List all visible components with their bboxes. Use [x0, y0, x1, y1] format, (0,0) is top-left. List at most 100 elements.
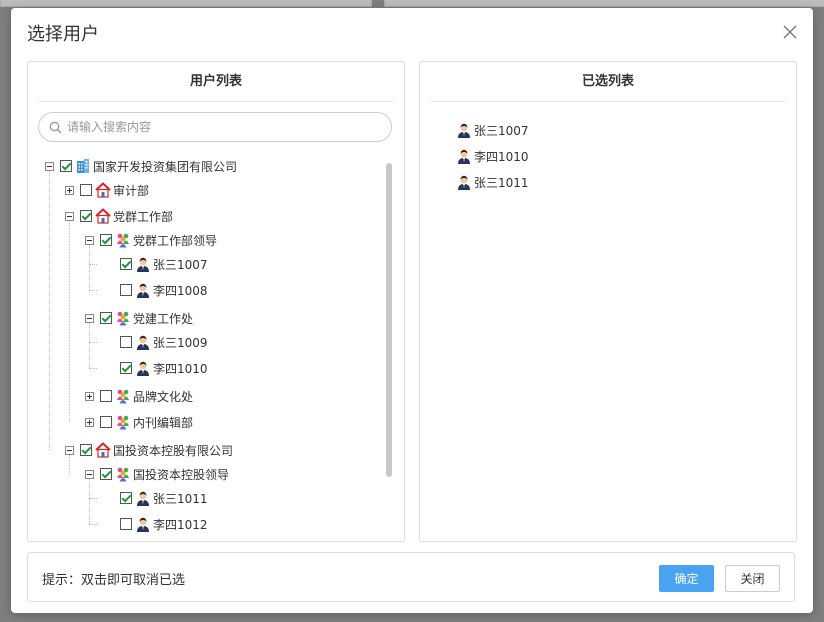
node-checkbox[interactable] [60, 160, 72, 172]
selected-list-panel: 已选列表 张三1007 李四1010 张三1011 [419, 61, 797, 542]
tree-user-node[interactable]: 张三1007 [105, 255, 208, 273]
user-list-header: 用户列表 [38, 62, 394, 102]
tree-connector [49, 171, 50, 450]
dialog-footer: 提示：双击即可取消已选 确定 关闭 [27, 552, 795, 602]
tree-user-node[interactable]: 张三1009 [105, 333, 208, 351]
tree-connector [89, 368, 97, 369]
building-icon [77, 159, 89, 173]
background-panel-left [0, 0, 372, 7]
node-checkbox[interactable] [120, 284, 132, 296]
user-icon [137, 335, 149, 350]
group-icon [117, 415, 129, 430]
node-checkbox[interactable] [100, 390, 112, 402]
node-checkbox[interactable] [100, 468, 112, 480]
tree-connector [89, 479, 90, 524]
node-label[interactable]: 李四1010 [153, 360, 208, 377]
house-icon [95, 208, 111, 224]
selected-user-label: 张三1007 [474, 123, 529, 138]
tree-dept-node[interactable]: 国家开发投资集团有限公司 [45, 157, 237, 175]
node-label[interactable]: 张三1011 [153, 490, 208, 507]
selected-user-item[interactable]: 张三1011 [456, 169, 529, 195]
tree-dept-node[interactable]: 国投资本控股有限公司 [65, 441, 233, 459]
scrollbar-thumb[interactable] [386, 163, 392, 477]
select-user-dialog: 选择用户 用户列表 国家开发投资集团有限公司审计部党群工作部党群工作部领导张三1… [11, 8, 813, 613]
node-checkbox[interactable] [100, 312, 112, 324]
tree-scrollbar[interactable] [386, 157, 394, 541]
user-list-panel: 用户列表 国家开发投资集团有限公司审计部党群工作部党群工作部领导张三1007 李四… [27, 61, 405, 542]
node-checkbox[interactable] [100, 234, 112, 246]
selected-list: 张三1007 李四1010 张三1011 [456, 117, 529, 195]
user-icon [458, 175, 470, 190]
expand-icon[interactable] [85, 417, 94, 427]
selected-user-item[interactable]: 张三1007 [456, 117, 529, 143]
user-icon [137, 257, 149, 272]
node-label[interactable]: 李四1008 [153, 282, 208, 299]
node-checkbox[interactable] [120, 336, 132, 348]
node-label[interactable]: 国家开发投资集团有限公司 [93, 158, 237, 175]
node-label[interactable]: 张三1007 [153, 256, 208, 273]
tree-connector [89, 245, 90, 290]
tree-dept-node[interactable]: 内刊编辑部 [85, 413, 193, 431]
close-icon[interactable] [783, 25, 797, 39]
group-icon [117, 389, 129, 404]
tree-connector [89, 290, 97, 291]
dialog-title: 选择用户 [27, 24, 99, 45]
hint-text: 提示：双击即可取消已选 [42, 573, 186, 588]
node-label[interactable]: 内刊编辑部 [133, 414, 193, 431]
node-label[interactable]: 张三1009 [153, 334, 208, 351]
selected-user-label: 李四1010 [474, 149, 529, 164]
node-checkbox[interactable] [120, 518, 132, 530]
collapse-icon[interactable] [65, 445, 74, 455]
tree-dept-node[interactable]: 品牌文化处 [85, 387, 193, 405]
tree-user-node[interactable]: 李四1012 [105, 515, 208, 533]
node-label[interactable]: 品牌文化处 [133, 388, 193, 405]
node-checkbox[interactable] [80, 444, 92, 456]
tree-user-node[interactable]: 李四1008 [105, 281, 208, 299]
user-icon [137, 283, 149, 298]
tree-connector [89, 323, 90, 368]
node-label[interactable]: 国投资本控股领导 [133, 466, 229, 483]
selected-user-item[interactable]: 李四1010 [456, 143, 529, 169]
tree-dept-node[interactable]: 党建工作处 [85, 309, 193, 327]
tree-dept-node[interactable]: 党群工作部领导 [85, 231, 217, 249]
collapse-icon[interactable] [65, 211, 74, 221]
node-checkbox[interactable] [100, 416, 112, 428]
node-label[interactable]: 李四1012 [153, 516, 208, 533]
node-checkbox[interactable] [120, 258, 132, 270]
node-checkbox[interactable] [80, 184, 92, 196]
node-label[interactable]: 审计部 [113, 182, 149, 199]
expand-icon[interactable] [65, 185, 74, 195]
node-checkbox[interactable] [120, 362, 132, 374]
house-icon [95, 182, 111, 198]
tree-connector [89, 264, 97, 265]
house-icon [95, 442, 111, 458]
tree-dept-node[interactable]: 国投资本控股领导 [85, 465, 229, 483]
tree-connector [89, 498, 97, 499]
user-icon [137, 361, 149, 376]
node-checkbox[interactable] [120, 492, 132, 504]
collapse-icon[interactable] [85, 313, 94, 323]
collapse-icon[interactable] [85, 469, 94, 479]
search-input[interactable] [67, 117, 367, 137]
node-label[interactable]: 党群工作部 [113, 208, 173, 225]
node-checkbox[interactable] [80, 210, 92, 222]
collapse-icon[interactable] [45, 161, 54, 171]
tree-user-node[interactable]: 张三1011 [105, 489, 208, 507]
confirm-button[interactable]: 确定 [659, 565, 714, 592]
search-box[interactable] [38, 112, 392, 142]
tree-connector [89, 342, 97, 343]
close-button[interactable]: 关闭 [725, 565, 780, 592]
user-icon [137, 517, 149, 532]
expand-icon[interactable] [85, 391, 94, 401]
group-icon [117, 467, 129, 482]
node-label[interactable]: 党建工作处 [133, 310, 193, 327]
collapse-icon[interactable] [85, 235, 94, 245]
selected-user-label: 张三1011 [474, 175, 529, 190]
node-label[interactable]: 党群工作部领导 [133, 232, 217, 249]
tree-connector [89, 524, 97, 525]
background-panel-right [384, 0, 824, 7]
tree-dept-node[interactable]: 审计部 [65, 181, 149, 199]
tree-dept-node[interactable]: 党群工作部 [65, 207, 173, 225]
node-label[interactable]: 国投资本控股有限公司 [113, 442, 233, 459]
tree-user-node[interactable]: 李四1010 [105, 359, 208, 377]
